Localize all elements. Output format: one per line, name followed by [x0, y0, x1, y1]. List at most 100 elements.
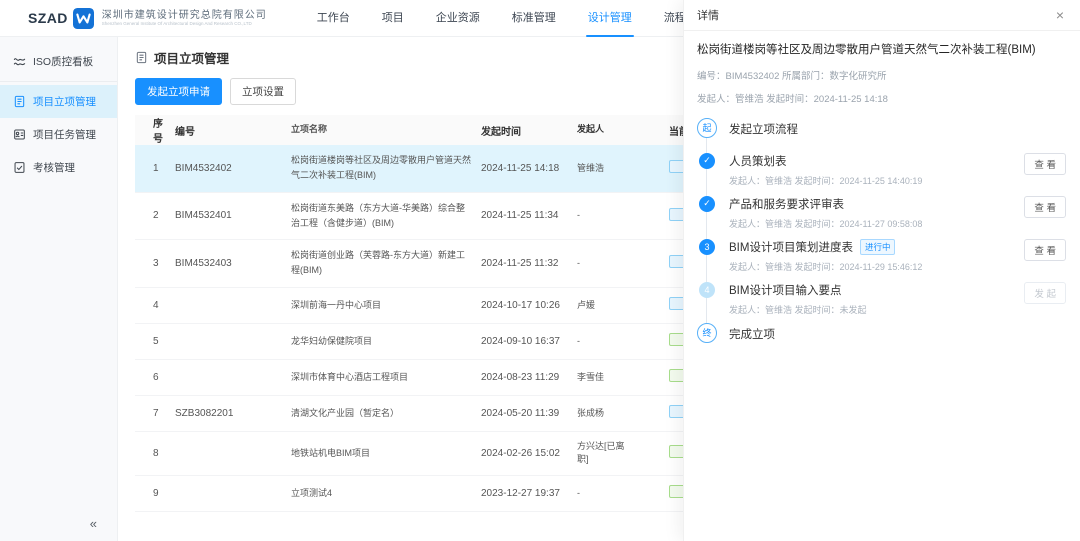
timeline-step-meta: 发起人：管维浩 发起时间：2024-11-29 15:46:12 — [729, 260, 1024, 273]
timeline-step-title: 产品和服务要求评审表 — [729, 196, 844, 212]
timeline-node-current: 3 — [699, 239, 715, 255]
timeline-title-row: BIM设计项目策划进度表进行中 — [729, 239, 1024, 255]
initiate-step-button[interactable]: 发 起 — [1024, 282, 1066, 304]
detail-meta-line-1: 编号：BIM4532402 所属部门：数字化研究所 — [697, 68, 1066, 82]
cell-code: SZB3082201 — [175, 408, 291, 419]
table-row[interactable]: 3BIM4532403松岗街道创业路（芙蓉路-东方大道）新建工程(BIM)202… — [135, 240, 683, 288]
sidebar-item-label: ISO质控看板 — [33, 54, 93, 69]
column-header-2: 立项名称 — [291, 122, 481, 137]
timeline-item: 3 BIM设计项目策划进度表进行中发起人：管维浩 发起时间：2024-11-29 … — [697, 237, 1066, 275]
cell-code: BIM4532401 — [175, 210, 291, 221]
timeline-node-done: ✓ — [699, 196, 715, 212]
table-row[interactable]: 5龙华妇幼保健院项目2024-09-10 16:37- — [135, 324, 683, 360]
sidebar-divider — [0, 81, 117, 82]
cell-initiator: - — [577, 487, 637, 501]
cell-project-name: 松岗街道东美路（东方大道-华美路）综合整治工程（含健步道）(BIM) — [291, 201, 481, 232]
sidebar-item-0[interactable]: ISO质控看板 — [0, 45, 117, 78]
timeline-node-end: 终 — [697, 323, 717, 343]
column-header-3: 发起时间 — [481, 123, 577, 138]
table-row[interactable]: 4深圳前海一丹中心项目2024-10-17 10:26卢媛 — [135, 288, 683, 324]
sidebar-item-3[interactable]: 考核管理 — [0, 151, 117, 184]
timeline-node-start: 起 — [697, 118, 717, 138]
table-row[interactable]: 9立项测试42023-12-27 19:37- — [135, 476, 683, 512]
nav-item-1[interactable]: 项目 — [366, 0, 420, 37]
cell-code: BIM4532403 — [175, 258, 291, 269]
cell-seq: 9 — [135, 488, 175, 499]
table-row[interactable]: 8 地铁站机电BIM项目2024-02-26 15:02方兴达[已离职] — [135, 432, 683, 476]
sidebar-item-label: 项目立项管理 — [33, 94, 96, 109]
table-row[interactable]: 1BIM4532402松岗街道楼岗等社区及周边零散用户管道天然气二次补装工程(B… — [135, 145, 683, 193]
nav-item-2[interactable]: 企业资源 — [420, 0, 496, 37]
cell-initiate-time: 2023-12-27 19:37 — [481, 488, 577, 499]
sidebar-item-2[interactable]: 项目任务管理 — [0, 118, 117, 151]
column-header-0: 序号 — [135, 115, 175, 145]
timeline-node-pending: 4 — [699, 282, 715, 298]
brand-logo-text: SZAD — [28, 10, 68, 26]
cell-project-name: 清湖文化产业园（暂定名） — [291, 406, 481, 421]
view-step-button[interactable]: 查 看 — [1024, 153, 1066, 175]
column-header-4: 发起人 — [577, 123, 637, 137]
nav-item-3[interactable]: 标准管理 — [496, 0, 572, 37]
table-row[interactable]: 7SZB3082201清湖文化产业园（暂定名）2024-05-20 11:39张… — [135, 396, 683, 432]
page-title: 项目立项管理 — [154, 48, 229, 67]
nav-item-0[interactable]: 工作台 — [301, 0, 366, 37]
cell-status — [637, 208, 683, 224]
detail-project-title: 松岗街道楼岗等社区及周边零散用户管道天然气二次补装工程(BIM) — [697, 42, 1066, 59]
column-header-1: 编号 — [175, 123, 291, 138]
cell-seq: 8 — [135, 448, 175, 459]
timeline-step-meta: 发起人：管维浩 发起时间：2024-11-27 09:58:08 — [729, 217, 1024, 230]
timeline-step-title: 完成立项 — [729, 326, 775, 342]
cell-initiate-time: 2024-11-25 11:34 — [481, 210, 577, 221]
brand: SZAD 深圳市建筑设计研究总院有限公司 Shenzhen General In… — [28, 8, 267, 29]
cell-initiator: 方兴达[已离职] — [577, 440, 637, 467]
initiate-project-button[interactable]: 发起立项申请 — [135, 78, 222, 105]
assessment-icon — [13, 161, 26, 174]
sidebar-collapse-icon[interactable]: « — [90, 516, 97, 531]
cell-initiator: 管维浩 — [577, 162, 637, 176]
cell-initiator: 李雪佳 — [577, 371, 637, 385]
cell-initiate-time: 2024-02-26 15:02 — [481, 448, 577, 459]
cell-project-name: 龙华妇幼保健院项目 — [291, 334, 481, 349]
timeline-content: 发起立项流程 — [729, 118, 1066, 137]
sidebar-item-1[interactable]: 项目立项管理 — [0, 85, 117, 118]
timeline-step-meta: 发起人：管维浩 发起时间：2024-11-25 14:40:19 — [729, 174, 1024, 187]
timeline-content: 人员策划表发起人：管维浩 发起时间：2024-11-25 14:40:19 — [729, 151, 1024, 187]
cell-status — [637, 485, 683, 501]
timeline-title-row: BIM设计项目输入要点 — [729, 282, 1024, 298]
page-title-icon — [135, 51, 148, 64]
cell-status — [637, 333, 683, 349]
timeline-content: 产品和服务要求评审表发起人：管维浩 发起时间：2024-11-27 09:58:… — [729, 194, 1024, 230]
cell-project-name: 地铁站机电BIM项目 — [291, 446, 481, 461]
column-header-5: 当前状态 — [637, 123, 683, 138]
cell-seq: 5 — [135, 336, 175, 347]
cell-seq: 1 — [135, 163, 175, 174]
company-name-en: Shenzhen General Institute Of Architectu… — [102, 22, 267, 27]
view-step-button[interactable]: 查 看 — [1024, 239, 1066, 261]
nav-item-4[interactable]: 设计管理 — [572, 0, 648, 37]
project-table: 序号编号立项名称发起时间发起人当前状态 1BIM4532402松岗街道楼岗等社区… — [135, 115, 683, 512]
cell-initiate-time: 2024-11-25 11:32 — [481, 258, 577, 269]
detail-panel: 详情 × 松岗街道楼岗等社区及周边零散用户管道天然气二次补装工程(BIM) 编号… — [683, 0, 1080, 541]
cell-initiator: - — [577, 257, 637, 271]
timeline-title-row: 发起立项流程 — [729, 121, 1066, 137]
timeline-step-title: 人员策划表 — [729, 153, 787, 169]
cell-status — [637, 160, 683, 176]
close-icon[interactable]: × — [1056, 8, 1064, 22]
timeline-title-row: 产品和服务要求评审表 — [729, 196, 1024, 212]
brand-logo-icon — [73, 8, 94, 29]
layout: ISO质控看板项目立项管理项目任务管理考核管理 « 项目立项管理 发起立项申请 … — [0, 37, 1080, 541]
timeline-step-title: BIM设计项目输入要点 — [729, 282, 841, 298]
cell-seq: 2 — [135, 210, 175, 221]
project-initiation-icon — [13, 95, 26, 108]
timeline-title-row: 人员策划表 — [729, 153, 1024, 169]
view-step-button[interactable]: 查 看 — [1024, 196, 1066, 218]
cell-initiate-time: 2024-05-20 11:39 — [481, 408, 577, 419]
table-row[interactable]: 6深圳市体育中心酒店工程项目2024-08-23 11:29李雪佳 — [135, 360, 683, 396]
cell-initiate-time: 2024-08-23 11:29 — [481, 372, 577, 383]
detail-panel-body: 松岗街道楼岗等社区及周边零散用户管道天然气二次补装工程(BIM) 编号：BIM4… — [684, 31, 1080, 347]
project-settings-button[interactable]: 立项设置 — [230, 78, 296, 105]
table-row[interactable]: 2BIM4532401松岗街道东美路（东方大道-华美路）综合整治工程（含健步道）… — [135, 193, 683, 241]
timeline-item: 终完成立项 — [697, 323, 1066, 347]
cell-seq: 4 — [135, 300, 175, 311]
cell-status — [637, 297, 683, 313]
